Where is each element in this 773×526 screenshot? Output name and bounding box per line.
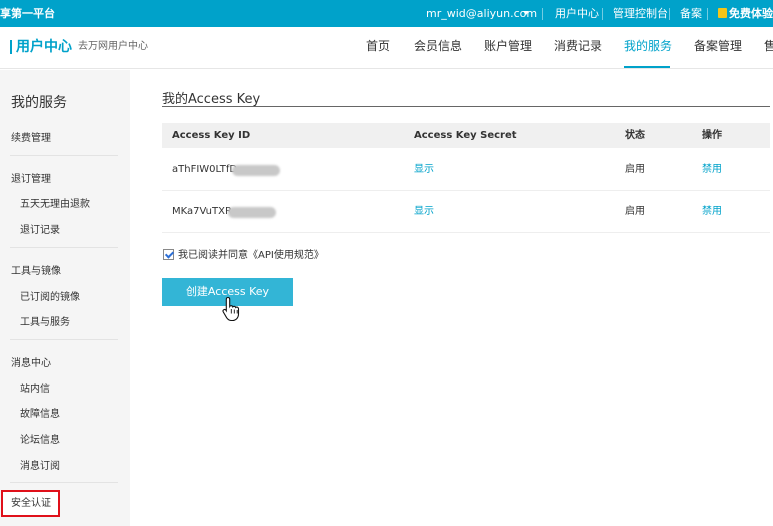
agree-checkbox[interactable] [163, 249, 174, 260]
disable-link[interactable]: 禁用 [702, 149, 722, 191]
masked-key [228, 207, 276, 218]
chevron-down-icon[interactable] [523, 11, 529, 15]
status-text: 启用 [625, 164, 645, 175]
sidebar-item-unsubscribe-record[interactable]: 退订记录 [20, 221, 60, 236]
divider [602, 8, 603, 20]
active-nav-underline [624, 66, 670, 68]
divider [669, 8, 670, 20]
sidebar-group-tools[interactable]: 工具与镜像 [11, 262, 61, 277]
column-header: Access Key Secret [414, 130, 517, 141]
nav-account[interactable]: 账户管理 [484, 27, 532, 65]
table-header: Access Key ID Access Key Secret 状态 操作 [162, 123, 770, 148]
nav-home[interactable]: 首页 [366, 27, 390, 65]
table-row: aThFIW0LTfD 显示 启用 禁用 [162, 149, 770, 191]
masked-key [232, 165, 280, 176]
show-secret-link[interactable]: 显示 [414, 191, 434, 233]
divider [542, 8, 543, 20]
nav-more[interactable]: 售 [764, 27, 773, 65]
table-row: MKa7VuTXR 显示 启用 禁用 [162, 191, 770, 233]
header: 用户中心 去万网用户中心 首页 会员信息 账户管理 消费记录 我的服务 备案管理… [0, 27, 773, 69]
sidebar-group-messages[interactable]: 消息中心 [11, 354, 51, 369]
nav-billing[interactable]: 消费记录 [554, 27, 602, 65]
top-bar: 享第一平台 mr_wid@aliyun.com 用户中心 管理控制台 备案 免费… [0, 0, 773, 27]
nav-my-services[interactable]: 我的服务 [624, 27, 672, 65]
top-brand: 享第一平台 [0, 7, 55, 20]
sidebar-group-unsubscribe[interactable]: 退订管理 [11, 170, 51, 185]
page-title: 用户中心 [16, 39, 72, 55]
sidebar-item-inbox[interactable]: 站内信 [20, 380, 50, 395]
sidebar-item-subscribed-images[interactable]: 已订阅的镜像 [20, 288, 80, 303]
divider [10, 247, 118, 248]
column-header: 状态 [625, 130, 645, 141]
disable-link[interactable]: 禁用 [702, 191, 722, 233]
column-header: Access Key ID [172, 130, 251, 141]
sidebar-item-renewal[interactable]: 续费管理 [11, 129, 51, 144]
top-link-user-center[interactable]: 用户中心 [555, 0, 599, 27]
title-accent-bar [10, 40, 12, 54]
divider [10, 339, 118, 340]
sidebar-item-tools-services[interactable]: 工具与服务 [20, 313, 70, 328]
access-key-id: aThFIW0LTfD [172, 164, 238, 175]
wanwang-link[interactable]: 去万网用户中心 [78, 27, 148, 67]
hand-cursor-icon [222, 296, 240, 322]
agreement-text[interactable]: 我已阅读并同意《API使用规范》 [178, 248, 324, 264]
gift-icon [718, 8, 727, 18]
nav-record-manage[interactable]: 备案管理 [694, 27, 742, 65]
sidebar-item-faults[interactable]: 故障信息 [20, 405, 60, 420]
column-header: 操作 [702, 130, 722, 141]
sidebar-item-message-subscribe[interactable]: 消息订阅 [20, 457, 60, 472]
section-title: 我的Access Key [162, 92, 261, 107]
top-link-console[interactable]: 管理控制台 [613, 0, 668, 27]
sidebar-item-refund[interactable]: 五天无理由退款 [20, 195, 90, 210]
access-key-id: MKa7VuTXR [172, 206, 232, 217]
divider [162, 106, 770, 107]
divider [10, 155, 118, 156]
top-link-free-trial[interactable]: 免费体验 [729, 0, 773, 27]
sidebar-heading: 我的服务 [11, 95, 67, 111]
sidebar-item-security-auth[interactable]: 安全认证 [1, 490, 60, 517]
nav-member-info[interactable]: 会员信息 [414, 27, 462, 65]
sidebar-item-forum[interactable]: 论坛信息 [20, 431, 60, 446]
status-text: 启用 [625, 206, 645, 217]
top-link-record[interactable]: 备案 [680, 0, 702, 27]
show-secret-link[interactable]: 显示 [414, 149, 434, 191]
divider [10, 482, 118, 483]
account-name[interactable]: mr_wid@aliyun.com [426, 0, 537, 27]
sidebar: 我的服务 续费管理 退订管理 五天无理由退款 退订记录 工具与镜像 已订阅的镜像… [0, 70, 130, 526]
divider [707, 8, 708, 20]
